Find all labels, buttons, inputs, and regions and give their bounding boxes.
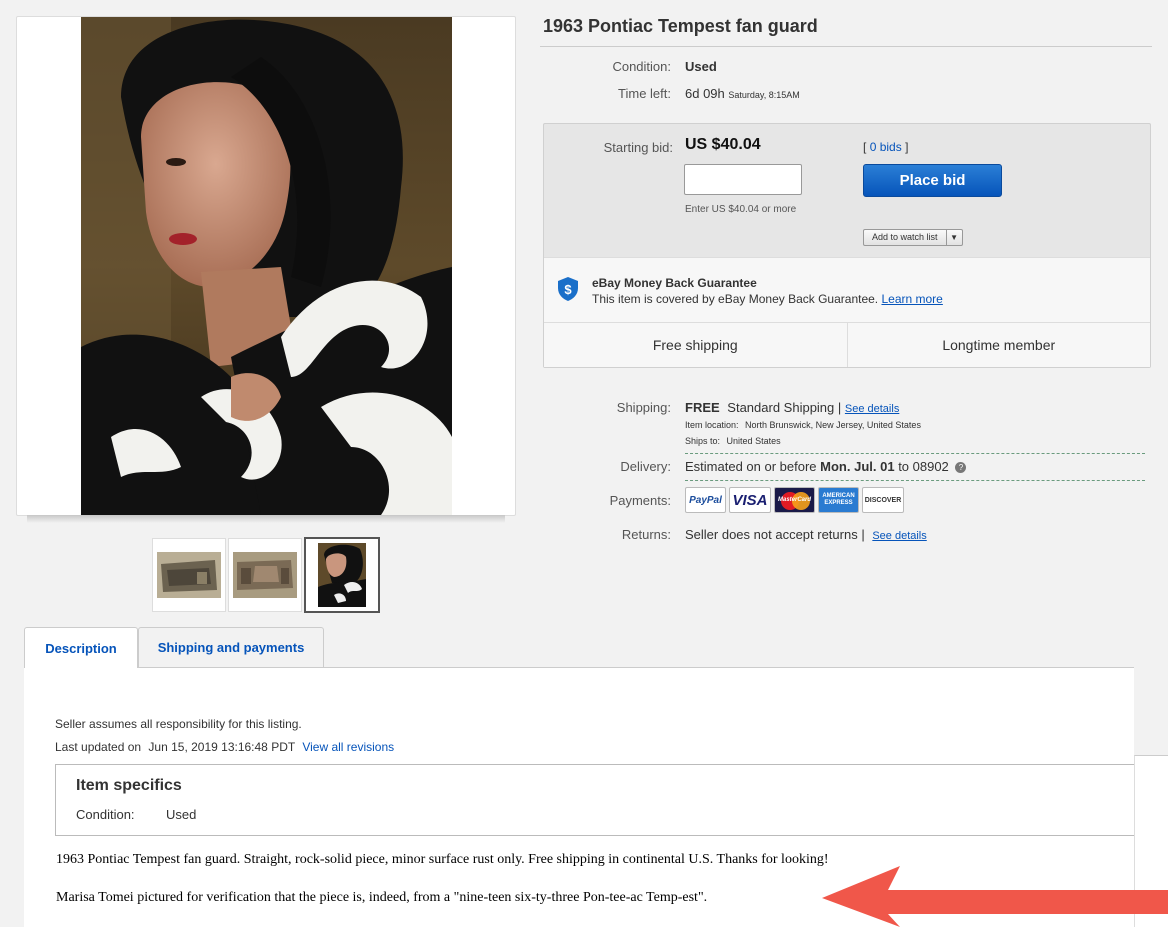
shipping-free: FREE	[685, 400, 720, 415]
bid-count-open: [	[863, 140, 867, 154]
shipping-label: Shipping:	[616, 400, 671, 415]
guarantee-text: This item is covered by eBay Money Back …	[592, 292, 879, 306]
seller-responsibility: Seller assumes all responsibility for th…	[55, 717, 302, 731]
delivery-line: Estimated on or before Mon. Jul. 01 to 0…	[685, 459, 967, 474]
returns-text: Seller does not accept returns |	[685, 527, 865, 542]
feature-free-shipping: Free shipping	[652, 337, 738, 353]
bid-amount-input[interactable]	[684, 164, 802, 195]
money-back-guarantee: $ eBay Money Back Guarantee This item is…	[544, 257, 1150, 323]
learn-more-link[interactable]: Learn more	[881, 292, 942, 306]
item-location-line: Item location: North Brunswick, New Jers…	[685, 420, 921, 430]
condition-value: Used	[685, 59, 717, 74]
delivery-divider	[685, 480, 1145, 481]
time-left-label: Time left:	[618, 86, 671, 101]
add-to-watch-list-button[interactable]: Add to watch list ▼	[863, 229, 963, 246]
item-location-value: North Brunswick, New Jersey, United Stat…	[745, 420, 921, 430]
view-all-revisions-link[interactable]: View all revisions	[302, 740, 394, 754]
thumbnail-strip	[152, 537, 380, 613]
help-icon[interactable]: ?	[955, 462, 967, 473]
delivery-date: Mon. Jul. 01	[820, 459, 895, 474]
last-updated-line: Last updated on Jun 15, 2019 13:16:48 PD…	[55, 740, 394, 754]
bid-panel: Starting bid: US $40.04 [ 0 bids ] Place…	[543, 123, 1151, 368]
bid-count: [ 0 bids ]	[863, 140, 908, 154]
annotation-arrow-icon	[822, 866, 1168, 927]
starting-bid-price: US $40.04	[685, 136, 761, 153]
visa-icon: VISA	[729, 487, 771, 513]
item-specifics-title: Item specifics	[76, 777, 182, 794]
shield-dollar-icon: $	[558, 277, 578, 301]
last-updated-value: Jun 15, 2019 13:16:48 PDT	[148, 740, 295, 754]
thumbnail-2-image	[233, 552, 297, 598]
place-bid-button[interactable]: Place bid	[863, 164, 1002, 197]
main-image-frame[interactable]	[16, 16, 516, 523]
ships-to-value: United States	[726, 436, 781, 446]
delivery-zip: to 08902	[898, 459, 949, 474]
feature-bar: Free shipping Longtime member	[544, 322, 1150, 367]
tab-description[interactable]: Description	[24, 627, 138, 668]
paypal-icon: PayPal	[685, 487, 726, 513]
watch-list-label: Add to watch list	[872, 232, 938, 242]
description-paragraph-1: 1963 Pontiac Tempest fan guard. Straight…	[56, 852, 829, 867]
thumbnail-1-image	[157, 552, 221, 598]
time-left-value: 6d 09h Saturday, 8:15AM	[685, 86, 800, 101]
description-paragraph-2: Marisa Tomei pictured for verification t…	[56, 890, 708, 905]
amex-icon: AMERICAN EXPRESS	[818, 487, 859, 513]
guarantee-text-line: This item is covered by eBay Money Back …	[592, 292, 943, 306]
shipping-see-details-link[interactable]: See details	[845, 403, 899, 415]
bid-hint: Enter US $40.04 or more	[685, 204, 797, 215]
thumbnail-3-selected[interactable]	[304, 537, 380, 613]
condition-label: Condition:	[612, 59, 671, 74]
guarantee-title: eBay Money Back Guarantee	[592, 276, 757, 290]
thumbnail-2[interactable]	[228, 538, 302, 612]
returns-see-details-link[interactable]: See details	[872, 530, 926, 542]
shipping-method: Standard Shipping |	[727, 400, 842, 415]
tab-shipping-and-payments[interactable]: Shipping and payments	[138, 627, 324, 667]
specifics-condition-label: Condition:	[76, 807, 135, 822]
bid-count-link[interactable]: 0 bids	[870, 140, 902, 154]
delivery-label: Delivery:	[620, 459, 671, 474]
time-left-end: Saturday, 8:15AM	[728, 90, 800, 100]
discover-icon: DISCOVER	[862, 487, 904, 513]
title-divider	[540, 46, 1152, 47]
chevron-down-icon[interactable]: ▼	[945, 230, 962, 245]
time-left-duration: 6d 09h	[685, 86, 725, 101]
ships-to-label: Ships to:	[685, 436, 721, 446]
item-location-label: Item location:	[685, 420, 739, 430]
starting-bid-label: Starting bid:	[603, 140, 673, 155]
mastercard-text: MasterCard	[777, 497, 811, 503]
payments-label: Payments:	[609, 493, 671, 508]
ships-to-line: Ships to: United States	[685, 436, 781, 446]
feature-longtime-member: Longtime member	[846, 323, 1151, 367]
item-specifics-box: Item specifics Condition: Used	[55, 764, 1134, 836]
thumbnail-3-image	[318, 543, 366, 607]
product-photo[interactable]	[81, 17, 452, 515]
shipping-divider	[685, 453, 1145, 454]
bid-count-close: ]	[905, 140, 909, 154]
item-title: 1963 Pontiac Tempest fan guard	[543, 16, 818, 36]
delivery-text: Estimated on or before	[685, 459, 817, 474]
returns-label: Returns:	[621, 527, 671, 542]
svg-text:$: $	[564, 282, 572, 297]
shipping-line: FREE Standard Shipping | See details	[685, 400, 899, 415]
mastercard-icon: MasterCard	[774, 487, 815, 513]
specifics-condition-value: Used	[166, 807, 197, 822]
last-updated-label: Last updated on	[55, 740, 142, 754]
returns-line: Seller does not accept returns | See det…	[685, 527, 927, 542]
thumbnail-1[interactable]	[152, 538, 226, 612]
